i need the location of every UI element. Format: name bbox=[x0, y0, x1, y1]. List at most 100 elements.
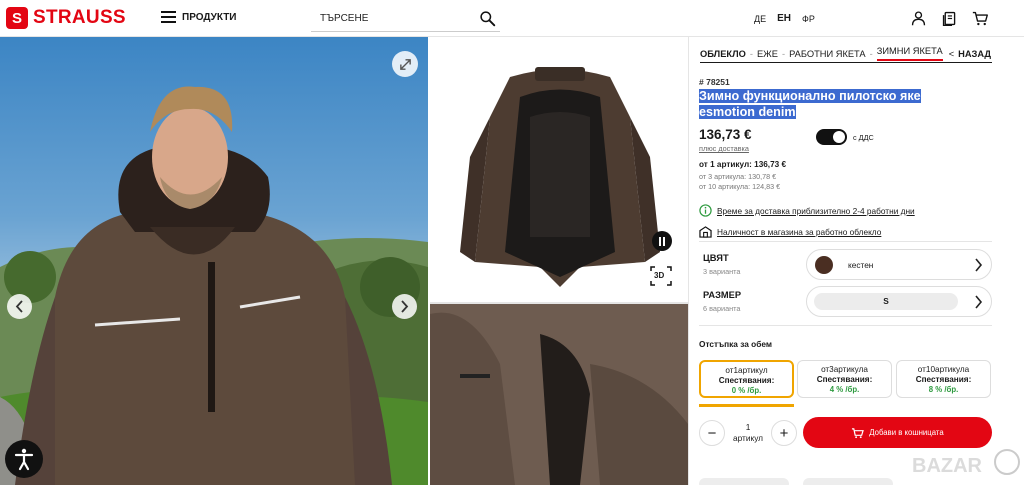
product-title-line2: esmotion denim bbox=[699, 105, 796, 119]
more-options-pill[interactable] bbox=[803, 478, 893, 485]
view-3d-label: 3D bbox=[654, 271, 665, 280]
quantity-stepper: − 1 артикул + bbox=[699, 418, 797, 448]
lang-fr[interactable]: ФР bbox=[802, 14, 815, 24]
color-value: кестен bbox=[848, 260, 874, 270]
fabric-detail-photo bbox=[430, 304, 688, 485]
tier-price-3: от 3 артикула: 130,78 € bbox=[699, 172, 777, 181]
breadcrumb: ОБЛЕКЛО - ЕЖЕ - РАБОТНИ ЯКЕТА - ЗИМНИ ЯК… bbox=[700, 46, 992, 61]
volume-card-10[interactable]: от10артикула Спестявания: 8 % /бр. bbox=[896, 360, 991, 398]
store-availability-link[interactable]: Наличност в магазина за работно облекло bbox=[699, 226, 881, 238]
logo-text: STRAUSS bbox=[33, 7, 126, 28]
products-menu-button[interactable]: ПРОДУКТИ bbox=[161, 11, 237, 23]
volume-card-savings-value: 4 % /бр. bbox=[829, 385, 860, 394]
accessibility-icon bbox=[14, 448, 34, 471]
size-variants-count: 6 варианта bbox=[703, 304, 741, 313]
expand-image-button[interactable] bbox=[392, 51, 418, 77]
product-image-open-jacket[interactable] bbox=[430, 37, 688, 302]
store-icon bbox=[699, 226, 712, 238]
breadcrumb-underline bbox=[700, 62, 992, 63]
product-image-detail[interactable] bbox=[430, 304, 688, 485]
cart-icon[interactable] bbox=[972, 10, 989, 27]
chevron-right-icon bbox=[975, 295, 983, 309]
color-swatch bbox=[815, 256, 833, 274]
volume-card-savings-value: 8 % /бр. bbox=[928, 385, 959, 394]
svg-text:BAZAR: BAZAR bbox=[912, 455, 983, 477]
chevron-left-icon bbox=[15, 300, 23, 313]
accessibility-button[interactable] bbox=[5, 440, 43, 478]
pause-button[interactable] bbox=[652, 231, 672, 251]
delivery-time-text: Време за доставка приблизително 2-4 рабо… bbox=[717, 205, 915, 216]
expand-icon bbox=[399, 58, 411, 70]
quantity-decrease-button[interactable]: − bbox=[699, 420, 725, 446]
size-label: РАЗМЕР bbox=[703, 290, 742, 300]
vat-toggle-label: с ДДС bbox=[853, 133, 874, 142]
size-selector[interactable]: S bbox=[806, 286, 992, 317]
view-3d-button[interactable]: 3D bbox=[650, 266, 672, 286]
delivery-time-info[interactable]: Време за доставка приблизително 2-4 рабо… bbox=[699, 204, 915, 217]
breadcrumb-separator: - bbox=[869, 48, 873, 59]
cart-add-icon bbox=[852, 427, 865, 438]
breadcrumb-item-work-jackets[interactable]: РАБОТНИ ЯКЕТА bbox=[789, 49, 866, 59]
tier-price-1: от 1 артикул: 136,73 € bbox=[699, 160, 787, 169]
breadcrumb-separator: - bbox=[781, 48, 786, 59]
volume-card-savings-value: 0 % /бр. bbox=[731, 386, 762, 395]
vat-toggle[interactable] bbox=[816, 129, 847, 145]
site-header: S STRAUSS ПРОДУКТИ ДЕ ЕН ФР bbox=[0, 0, 1024, 37]
logo[interactable]: S STRAUSS bbox=[6, 7, 126, 29]
breadcrumb-back-link[interactable]: НАЗАД bbox=[958, 49, 991, 59]
volume-card-qty: от1артикул bbox=[725, 366, 768, 375]
breadcrumb-back-chevron: < bbox=[948, 48, 955, 59]
volume-card-1[interactable]: от1артикул Спестявания: 0 % /бр. bbox=[699, 360, 794, 398]
info-icon bbox=[699, 204, 712, 217]
chevron-right-icon bbox=[401, 300, 409, 313]
store-availability-text: Наличност в магазина за работно облекло bbox=[717, 227, 882, 237]
more-options-pill[interactable] bbox=[699, 478, 789, 485]
volume-card-3[interactable]: от3артикула Спестявания: 4 % /бр. bbox=[797, 360, 892, 398]
color-variants-count: 3 варианта bbox=[703, 267, 741, 276]
lang-de[interactable]: ДЕ bbox=[754, 14, 766, 24]
volume-selected-indicator bbox=[699, 404, 794, 407]
volume-card-savings-label: Спестявания: bbox=[816, 375, 873, 384]
lang-en[interactable]: ЕН bbox=[777, 13, 791, 24]
breadcrumb-separator: - bbox=[749, 48, 753, 59]
user-icon[interactable] bbox=[910, 10, 927, 27]
language-switcher: ДЕ ЕН ФР bbox=[754, 13, 815, 24]
product-image-main[interactable] bbox=[0, 37, 428, 485]
volume-card-qty: от10артикула bbox=[917, 365, 970, 374]
logo-mark: S bbox=[6, 7, 28, 29]
pause-icon bbox=[659, 236, 665, 246]
section-divider bbox=[699, 325, 992, 326]
breadcrumb-item-winter-jackets[interactable]: ЗИМНИ ЯКЕТА bbox=[876, 46, 943, 61]
product-title: Зимно функционално пилотско яке esmotion… bbox=[699, 88, 949, 120]
quantity-unit: артикул bbox=[732, 433, 763, 443]
product-title-line1: Зимно функционално пилотско яке bbox=[699, 89, 921, 103]
panel-divider bbox=[688, 37, 689, 485]
tier-price-10: от 10 артикула: 124,83 € bbox=[699, 182, 781, 191]
chevron-right-icon bbox=[975, 258, 983, 272]
color-selector[interactable]: кестен bbox=[806, 249, 992, 280]
watermark-logo: BAZAR bbox=[912, 449, 1020, 477]
gallery-next-button[interactable] bbox=[392, 294, 417, 319]
wishlist-icon[interactable] bbox=[941, 10, 958, 27]
quantity-increase-button[interactable]: + bbox=[771, 420, 797, 446]
add-to-cart-label: Добави в кошницата bbox=[869, 428, 944, 437]
search-input[interactable] bbox=[311, 12, 471, 24]
section-divider bbox=[699, 241, 992, 242]
volume-discount-title: Отстъпка за обем bbox=[699, 339, 772, 349]
open-jacket-photo bbox=[460, 67, 660, 287]
header-icons bbox=[910, 10, 989, 27]
quantity-display[interactable]: 1 артикул bbox=[725, 422, 771, 444]
search-icon[interactable] bbox=[479, 10, 496, 27]
size-value: S bbox=[814, 293, 958, 310]
breadcrumb-item-ppe[interactable]: ЕЖЕ bbox=[757, 49, 778, 59]
volume-card-savings-label: Спестявания: bbox=[915, 375, 972, 384]
product-sku: # 78251 bbox=[699, 77, 730, 87]
hamburger-icon bbox=[161, 11, 176, 23]
breadcrumb-item-clothing[interactable]: ОБЛЕКЛО bbox=[700, 49, 746, 59]
quantity-value: 1 bbox=[745, 422, 751, 432]
search-bar bbox=[311, 5, 500, 32]
products-menu-label: ПРОДУКТИ bbox=[182, 11, 237, 23]
shipping-link[interactable]: плюс доставка bbox=[699, 144, 749, 153]
product-price: 136,73 € bbox=[699, 127, 752, 142]
gallery-prev-button[interactable] bbox=[7, 294, 32, 319]
